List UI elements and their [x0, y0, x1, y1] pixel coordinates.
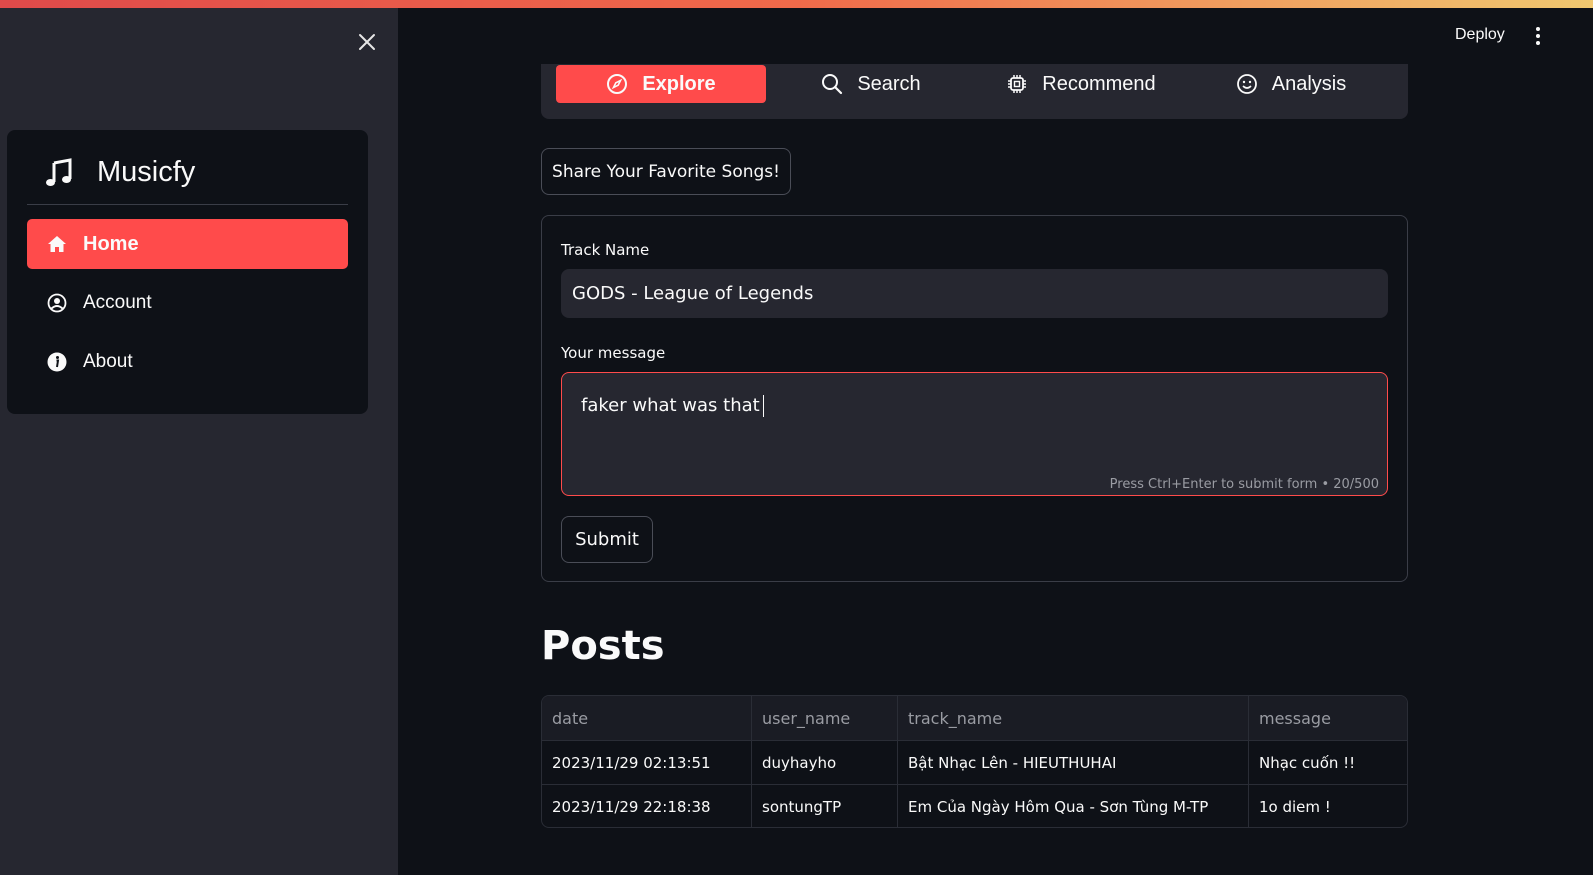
divider	[27, 204, 348, 205]
nav-menu: Musicfy Home Account About	[7, 130, 368, 414]
textarea-hint: Press Ctrl+Enter to submit form • 20/500	[1109, 477, 1379, 492]
info-circle-icon	[47, 352, 67, 372]
tab-analysis[interactable]: Analysis	[1186, 65, 1396, 103]
table-cell[interactable]: 2023/11/29 22:18:38	[542, 785, 752, 827]
house-icon	[47, 234, 67, 254]
tab-search[interactable]: Search	[766, 65, 976, 103]
main-content: Explore Search Recommend Analysis Share …	[398, 8, 1593, 875]
column-header[interactable]: message	[1249, 696, 1407, 740]
brand-title: Musicfy	[97, 156, 196, 188]
sidebar-item-label: Account	[83, 292, 152, 313]
message-label: Your message	[561, 344, 666, 362]
tab-label: Analysis	[1271, 72, 1347, 95]
posts-heading: Posts	[541, 623, 665, 669]
table-cell[interactable]: Bật Nhạc Lên - HIEUTHUHAI	[898, 741, 1249, 785]
close-sidebar-button[interactable]	[355, 30, 379, 54]
posts-table[interactable]: date user_name track_name message 2023/1…	[541, 695, 1408, 828]
column-header[interactable]: date	[542, 696, 752, 740]
close-icon	[359, 34, 375, 50]
tab-label: Search	[857, 72, 921, 95]
column-header[interactable]: user_name	[752, 696, 898, 740]
tab-bar: Explore Search Recommend Analysis	[541, 64, 1408, 119]
track-name-input[interactable]: GODS - League of Legends	[561, 269, 1388, 318]
track-name-value: GODS - League of Legends	[572, 283, 814, 304]
table-cell[interactable]: sontungTP	[752, 785, 898, 827]
cpu-icon	[1006, 73, 1028, 95]
table-cell[interactable]: Em Của Ngày Hôm Qua - Sơn Tùng M-TP	[898, 785, 1249, 827]
compass-icon	[606, 73, 628, 95]
user-circle-icon	[47, 293, 67, 313]
column-header[interactable]: track_name	[898, 696, 1249, 740]
table-header-row: date user_name track_name message	[542, 696, 1407, 740]
share-songs-button[interactable]: Share Your Favorite Songs!	[541, 148, 791, 195]
smile-icon	[1236, 73, 1258, 95]
tab-label: Recommend	[1042, 72, 1156, 95]
message-textarea[interactable]: faker what was that Press Ctrl+Enter to …	[561, 372, 1388, 496]
table-cell[interactable]: 2023/11/29 02:13:51	[542, 741, 752, 785]
table-row: 2023/11/29 02:13:51 duyhayho Bật Nhạc Lê…	[542, 740, 1407, 785]
post-form: Track Name GODS - League of Legends Your…	[541, 215, 1408, 582]
table-row: 2023/11/29 22:18:38 sontungTP Em Của Ngà…	[542, 784, 1407, 827]
sidebar-item-about[interactable]: About	[27, 337, 348, 387]
music-note-icon	[46, 157, 72, 186]
top-decoration-bar	[0, 0, 1593, 8]
track-name-label: Track Name	[561, 241, 650, 259]
sidebar: Musicfy Home Account About	[0, 8, 398, 875]
sidebar-item-account[interactable]: Account	[27, 278, 348, 328]
table-cell[interactable]: duyhayho	[752, 741, 898, 785]
message-value: faker what was that	[581, 395, 760, 416]
sidebar-item-home[interactable]: Home	[27, 219, 348, 269]
sidebar-item-label: Home	[83, 232, 139, 255]
table-cell[interactable]: Nhạc cuốn !!	[1249, 741, 1407, 785]
text-caret	[762, 395, 764, 417]
submit-button[interactable]: Submit	[561, 516, 653, 563]
brand: Musicfy	[43, 156, 195, 189]
sidebar-item-label: About	[83, 351, 133, 372]
tab-label: Explore	[642, 72, 716, 95]
tab-explore[interactable]: Explore	[556, 65, 766, 103]
tab-recommend[interactable]: Recommend	[976, 65, 1186, 103]
table-cell[interactable]: 1o diem !	[1249, 785, 1407, 827]
search-icon	[821, 73, 843, 95]
